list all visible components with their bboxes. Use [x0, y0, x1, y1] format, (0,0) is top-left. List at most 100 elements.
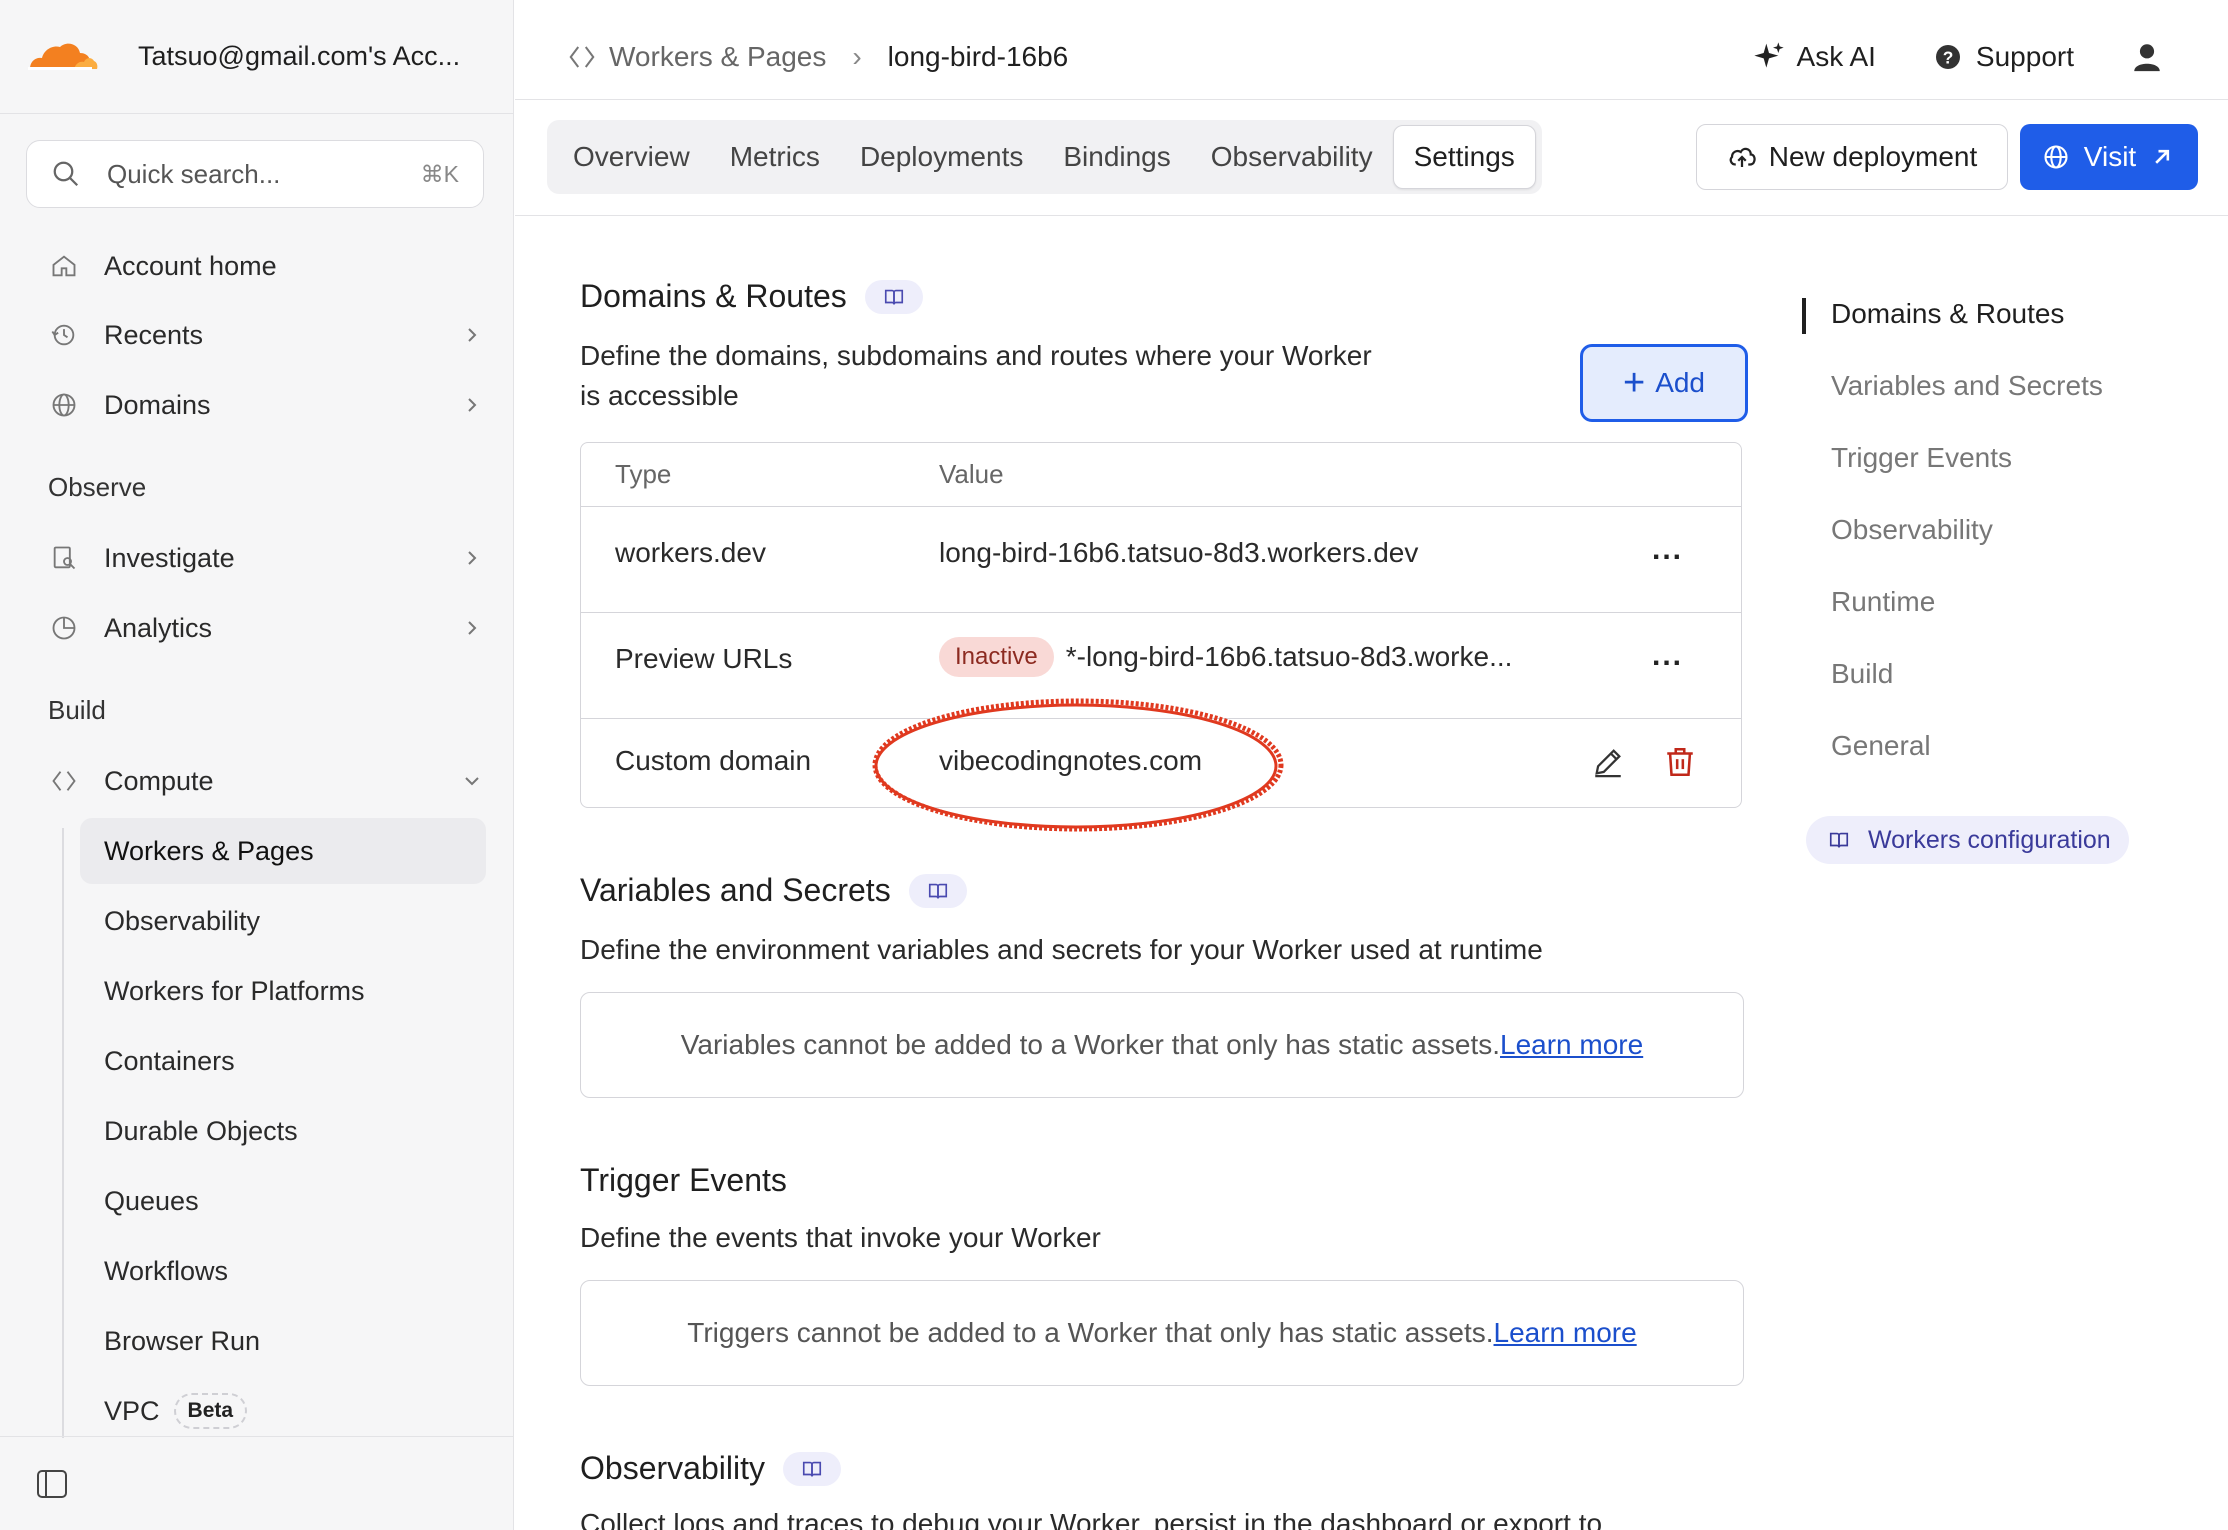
sidebar-item-label: Recents — [104, 319, 204, 350]
more-options-icon[interactable]: ... — [1652, 639, 1683, 673]
sidebar-item-durable-objects[interactable]: Durable Objects — [80, 1098, 486, 1164]
new-deployment-label: New deployment — [1768, 141, 1978, 172]
section-title-text: Trigger Events — [580, 1162, 787, 1198]
visit-button[interactable]: Visit — [2020, 124, 2198, 190]
sidebar-item-label: Domains — [104, 389, 211, 420]
learn-more-link[interactable]: Learn more — [1500, 1029, 1643, 1061]
tab-bindings[interactable]: Bindings — [1043, 125, 1190, 189]
sidebar-toggle-icon[interactable] — [36, 1469, 68, 1499]
sidebar-item-compute[interactable]: Compute — [48, 753, 484, 809]
row-type: workers.dev — [615, 537, 766, 568]
sidebar-item-domains[interactable]: Domains — [48, 377, 484, 433]
workers-configuration-link[interactable]: Workers configuration — [1806, 816, 2129, 864]
tab-overview[interactable]: Overview — [553, 125, 710, 189]
history-icon — [48, 319, 80, 351]
edit-icon[interactable] — [1591, 745, 1625, 779]
sidebar-item-analytics[interactable]: Analytics — [48, 600, 484, 656]
column-value: Value — [939, 459, 1004, 489]
top-bar: Workers & Pages › long-bird-16b6 Ask AI … — [515, 0, 2228, 100]
chevron-right-icon — [468, 551, 477, 565]
tab-observability[interactable]: Observability — [1191, 125, 1393, 189]
search-placeholder: Quick search... — [107, 158, 281, 189]
more-options-icon[interactable]: ... — [1652, 533, 1683, 567]
row-value: *-long-bird-16b6.tatsuo-8d3.worke... — [1065, 641, 1513, 672]
status-badge: Inactive — [939, 637, 1054, 677]
plus-icon: + — [1622, 362, 1646, 404]
add-route-button[interactable]: + Add — [1580, 344, 1748, 422]
desc-line: is accessible — [580, 380, 739, 411]
sidebar-item-investigate[interactable]: Investigate — [48, 530, 484, 586]
visit-label: Visit — [2083, 141, 2137, 172]
chevron-right-icon — [468, 621, 477, 635]
toc-runtime[interactable]: Runtime — [1831, 586, 1935, 618]
trash-icon[interactable] — [1663, 745, 1697, 779]
sidebar-item-browser-run[interactable]: Browser Run — [80, 1308, 486, 1374]
learn-more-link[interactable]: Learn more — [1494, 1317, 1637, 1349]
toc-general[interactable]: General — [1831, 730, 1931, 762]
sidebar-item-account-home[interactable]: Account home — [48, 238, 484, 294]
compute-icon — [569, 46, 595, 68]
globe-icon — [2044, 145, 2068, 169]
row-type: Preview URLs — [615, 643, 793, 674]
empty-message: Triggers cannot be added to a Worker tha… — [687, 1317, 1494, 1348]
sidebar-item-label: Compute — [104, 765, 214, 796]
toc-domains-routes[interactable]: Domains & Routes — [1831, 298, 2064, 330]
docs-book-icon[interactable] — [782, 1451, 841, 1486]
support-button[interactable]: ? Support — [1932, 41, 2074, 73]
new-deployment-button[interactable]: New deployment — [1696, 124, 2008, 190]
ask-ai-button[interactable]: Ask AI — [1753, 41, 1876, 73]
breadcrumb-parent[interactable]: Workers & Pages — [609, 41, 826, 73]
sidebar-item-workers-pages[interactable]: Workers & Pages — [80, 818, 486, 884]
chevron-right-icon — [468, 398, 477, 412]
section-title-text: Variables and Secrets — [580, 872, 891, 908]
empty-message: Variables cannot be added to a Worker th… — [680, 1029, 1501, 1060]
tab-metrics[interactable]: Metrics — [710, 125, 840, 189]
docs-book-icon[interactable] — [864, 279, 923, 314]
docs-book-icon — [1829, 832, 1849, 848]
sidebar-item-workers-for-platforms[interactable]: Workers for Platforms — [80, 958, 486, 1024]
external-arrow-icon — [2155, 149, 2170, 164]
help-icon: ? — [1935, 45, 1960, 69]
table-row: Preview URLs Inactive *-long-bird-16b6.t… — [581, 613, 1741, 719]
toc-active-indicator — [1802, 298, 1806, 334]
account-switcher[interactable]: Tatsuo@gmail.com's Acc... — [0, 0, 513, 114]
svg-text:?: ? — [1943, 48, 1954, 68]
build-heading: Build — [48, 695, 106, 725]
row-type: Custom domain — [615, 745, 812, 776]
sidebar-item-label: Investigate — [104, 542, 235, 573]
user-avatar-icon[interactable] — [2130, 40, 2164, 74]
docs-book-icon[interactable] — [908, 873, 967, 908]
toc-build[interactable]: Build — [1831, 658, 1893, 690]
section-title-text: Domains & Routes — [580, 278, 847, 314]
cloudflare-logo — [28, 43, 98, 70]
sidebar-item-recents[interactable]: Recents — [48, 307, 484, 363]
tab-deployments[interactable]: Deployments — [840, 125, 1043, 189]
sidebar-item-containers[interactable]: Containers — [80, 1028, 486, 1094]
tab-bar: Overview Metrics Deployments Bindings Ob… — [547, 120, 1542, 194]
quick-search[interactable]: Quick search... ⌘K — [26, 140, 484, 208]
sidebar-item-workflows[interactable]: Workflows — [80, 1238, 486, 1304]
sidebar-item-label: Account home — [104, 250, 277, 281]
top-actions: Ask AI ? Support — [1753, 0, 2228, 114]
toc-observability[interactable]: Observability — [1831, 514, 1993, 546]
tab-settings[interactable]: Settings — [1392, 125, 1536, 189]
sidebar-item-label: VPC — [104, 1395, 160, 1426]
cloud-upload-icon — [1729, 147, 1756, 167]
chevron-right-icon — [468, 328, 477, 342]
toc-variables-secrets[interactable]: Variables and Secrets — [1831, 370, 2103, 402]
sidebar-item-queues[interactable]: Queues — [80, 1168, 486, 1234]
sidebar-footer — [0, 1436, 514, 1530]
table-row: Custom domain vibecodingnotes.com — [581, 719, 1741, 807]
pie-chart-icon — [48, 612, 80, 644]
variables-secrets-heading: Variables and Secrets — [580, 872, 967, 909]
sidebar: Tatsuo@gmail.com's Acc... Quick search..… — [0, 0, 514, 1530]
domains-routes-heading: Domains & Routes — [580, 278, 923, 315]
toc-trigger-events[interactable]: Trigger Events — [1831, 442, 2012, 474]
trigger-events-heading: Trigger Events — [580, 1162, 787, 1199]
sidebar-item-vpc[interactable]: VPC Beta — [80, 1378, 486, 1444]
table-header: Type Value — [581, 443, 1741, 507]
sidebar-item-label: Analytics — [104, 612, 213, 643]
triggers-description: Define the events that invoke your Worke… — [580, 1222, 1101, 1253]
search-icon — [53, 161, 79, 187]
sidebar-item-observability[interactable]: Observability — [80, 888, 486, 954]
